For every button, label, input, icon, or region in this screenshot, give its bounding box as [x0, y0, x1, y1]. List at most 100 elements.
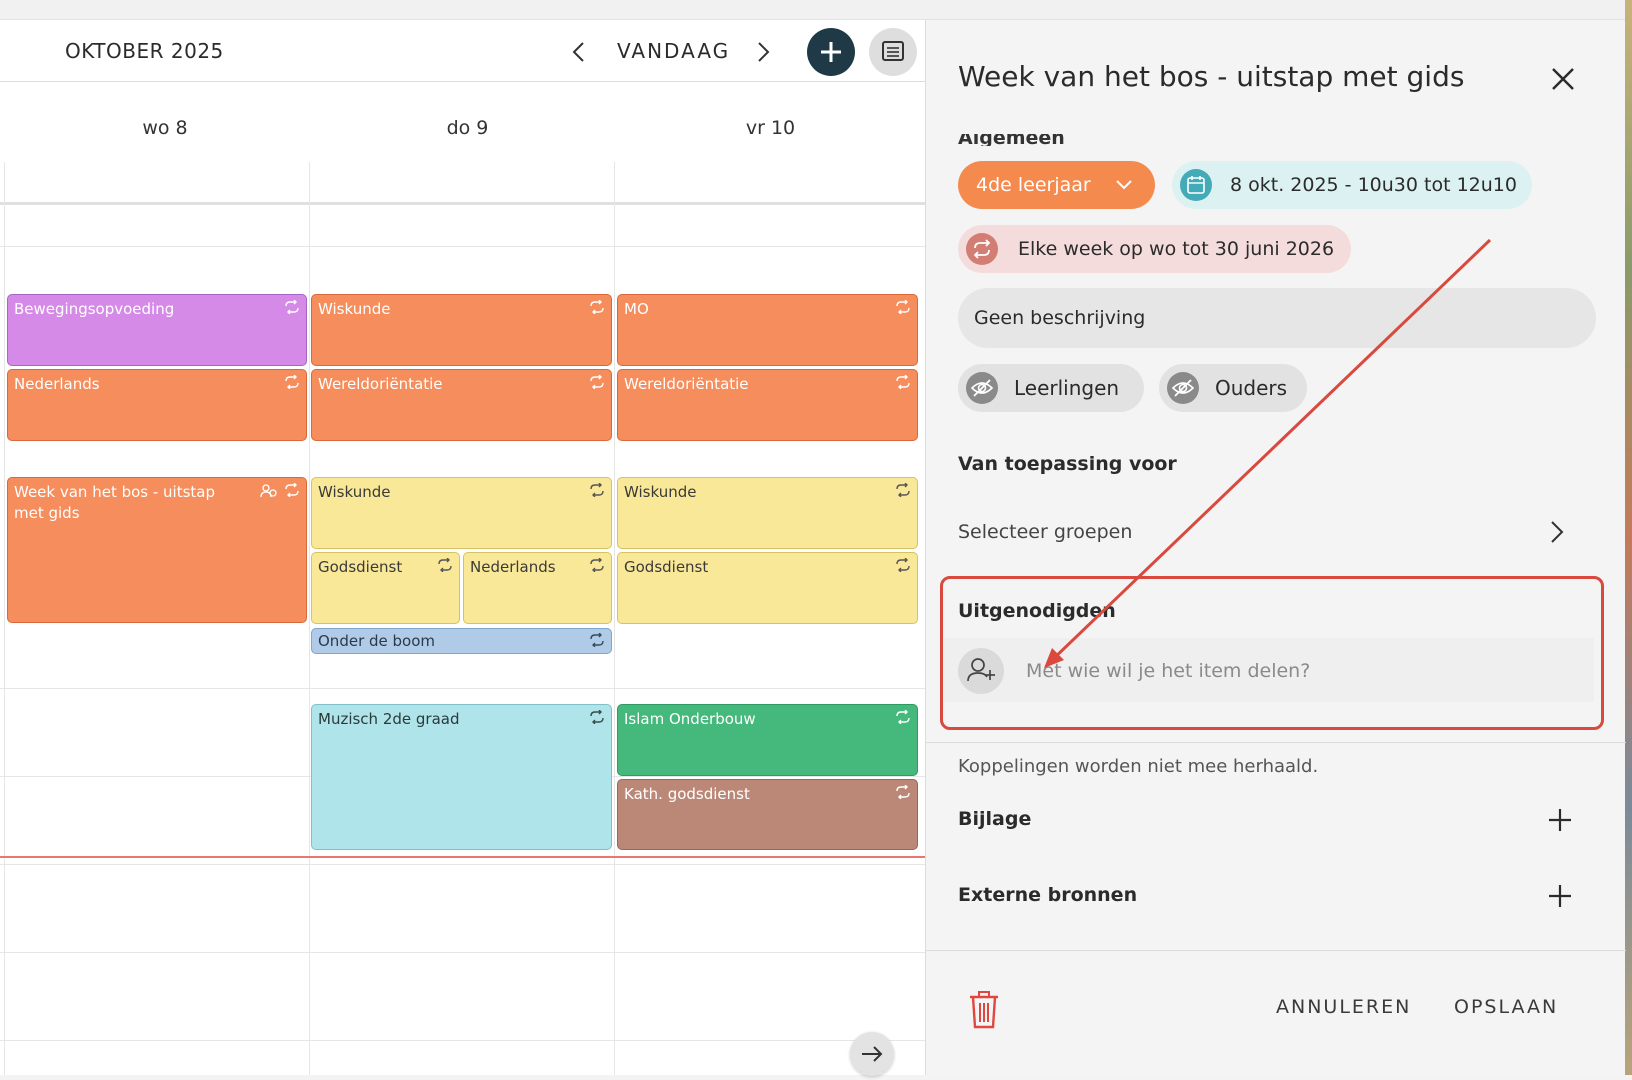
eye-off-icon	[966, 372, 998, 404]
select-groups-label: Selecteer groepen	[958, 521, 1133, 543]
grid-line	[0, 864, 925, 865]
repeat-icon	[590, 710, 604, 724]
visibility-students-label: Leerlingen	[1014, 376, 1120, 400]
trash-icon[interactable]	[966, 990, 1002, 1030]
event-nederlands[interactable]: Nederlands	[463, 552, 612, 624]
event-title: Muzisch 2de graad	[318, 710, 460, 728]
event-detail-panel: Week van het bos - uitstap met gids Alge…	[925, 20, 1626, 1075]
calendar-icon	[1180, 169, 1212, 201]
event-title: Kath. godsdienst	[624, 785, 750, 803]
event-title: Wereldoriëntatie	[318, 375, 443, 393]
repeat-icon	[590, 375, 604, 389]
event-title: Nederlands	[470, 558, 556, 576]
add-attachment-icon[interactable]	[1546, 806, 1574, 834]
chevron-left-icon[interactable]	[568, 40, 590, 64]
recurrence-label: Elke week op wo tot 30 juni 2026	[1018, 238, 1335, 260]
visibility-parents-label: Ouders	[1215, 376, 1288, 400]
event-title-heading: Week van het bos - uitstap met gids	[958, 60, 1465, 93]
repeat-icon	[896, 300, 910, 314]
day-header-thu: do 9	[446, 117, 489, 139]
event-title: Week van het bos - uitstap met gids	[14, 483, 216, 522]
save-button[interactable]: OPSLAAN	[1454, 996, 1558, 1018]
event-title: Islam Onderbouw	[624, 710, 756, 728]
applies-to-heading: Van toepassing voor	[958, 453, 1177, 475]
calendar-header: OKTOBER 2025 VANDAAG	[0, 20, 925, 82]
invite-search-input[interactable]	[1026, 654, 1566, 688]
close-icon[interactable]	[1548, 64, 1578, 94]
footer-divider	[926, 950, 1626, 951]
repeat-icon	[896, 558, 910, 572]
event-islam-onderbouw[interactable]: Islam Onderbouw	[617, 704, 918, 776]
grid-line	[309, 162, 310, 1075]
list-icon	[882, 41, 904, 61]
links-note: Koppelingen worden niet mee herhaald.	[958, 756, 1319, 777]
class-dropdown[interactable]: 4de leerjaar	[958, 161, 1155, 209]
event-wereldorientatie[interactable]: Wereldoriëntatie	[311, 369, 612, 441]
chevron-right-icon[interactable]	[752, 40, 774, 64]
event-title: Wiskunde	[624, 483, 697, 501]
scroll-next-button[interactable]	[850, 1032, 894, 1076]
day-header-fri: vr 10	[745, 117, 796, 139]
event-godsdienst[interactable]: Godsdienst	[617, 552, 918, 624]
grid-line	[0, 688, 925, 689]
event-kath-godsdienst[interactable]: Kath. godsdienst	[617, 779, 918, 850]
event-title: Nederlands	[14, 375, 100, 393]
event-onder-de-boom[interactable]: Onder de boom	[311, 628, 612, 654]
add-event-button[interactable]	[807, 28, 855, 76]
event-title: Onder de boom	[318, 632, 436, 650]
repeat-icon	[896, 483, 910, 497]
repeat-icon	[590, 300, 604, 314]
window-top-strip	[0, 0, 1632, 20]
repeat-icon	[966, 233, 998, 265]
invited-heading: Uitgenodigden	[958, 600, 1116, 622]
visibility-parents-toggle[interactable]: Ouders	[1159, 364, 1307, 412]
event-wiskunde[interactable]: Wiskunde	[617, 477, 918, 549]
plus-icon	[821, 42, 841, 62]
repeat-icon	[896, 785, 910, 799]
event-mo[interactable]: MO	[617, 294, 918, 366]
add-person-icon[interactable]	[958, 648, 1004, 694]
event-wereldorientatie[interactable]: Wereldoriëntatie	[617, 369, 918, 441]
visibility-students-toggle[interactable]: Leerlingen	[958, 364, 1144, 412]
event-title: Bewegingsopvoeding	[14, 300, 175, 318]
class-label: 4de leerjaar	[976, 174, 1091, 196]
external-sources-heading: Externe bronnen	[958, 884, 1138, 906]
month-label: OKTOBER 2025	[65, 39, 224, 63]
calendar-view: OKTOBER 2025 VANDAAG wo 8 do 9 vr 10 Bew…	[0, 20, 925, 1076]
repeat-icon	[896, 375, 910, 389]
eye-off-icon	[1167, 372, 1199, 404]
date-time-chip[interactable]: 8 okt. 2025 - 10u30 tot 12u10	[1172, 161, 1532, 209]
repeat-icon	[285, 375, 299, 389]
event-title: Godsdienst	[624, 558, 709, 576]
calendar-grid[interactable]: Bewegingsopvoeding Wiskunde MO Nederland…	[0, 162, 925, 1075]
event-title: MO	[624, 300, 649, 318]
add-external-source-icon[interactable]	[1546, 882, 1574, 910]
people-icon	[260, 484, 277, 498]
select-groups-row[interactable]: Selecteer groepen	[958, 512, 1578, 552]
event-bewegingsopvoeding[interactable]: Bewegingsopvoeding	[7, 294, 307, 366]
cancel-button[interactable]: ANNULEREN	[1276, 996, 1411, 1018]
event-godsdienst[interactable]: Godsdienst	[311, 552, 460, 624]
event-wiskunde[interactable]: Wiskunde	[311, 477, 612, 549]
repeat-icon	[590, 558, 604, 572]
description-field[interactable]: Geen beschrijving	[958, 288, 1596, 348]
event-nederlands[interactable]: Nederlands	[7, 369, 307, 441]
repeat-icon	[896, 710, 910, 724]
event-wiskunde[interactable]: Wiskunde	[311, 294, 612, 366]
list-view-button[interactable]	[869, 28, 917, 76]
chevron-right-icon[interactable]	[1548, 519, 1566, 545]
recurrence-chip[interactable]: Elke week op wo tot 30 juni 2026	[958, 225, 1351, 273]
section-heading-general: Algemeen	[958, 134, 1065, 146]
event-week-van-het-bos[interactable]: Week van het bos - uitstap met gids	[7, 477, 307, 623]
today-button[interactable]: VANDAAG	[617, 39, 730, 63]
grid-line	[0, 952, 925, 953]
event-title: Wiskunde	[318, 300, 391, 318]
chevron-down-icon	[1116, 180, 1132, 190]
grid-line	[0, 1040, 925, 1041]
event-title: Wiskunde	[318, 483, 391, 501]
event-title: Wereldoriëntatie	[624, 375, 749, 393]
repeat-icon	[285, 483, 299, 497]
divider	[926, 742, 1626, 743]
event-muzisch-2de-graad[interactable]: Muzisch 2de graad	[311, 704, 612, 850]
repeat-icon	[285, 300, 299, 314]
